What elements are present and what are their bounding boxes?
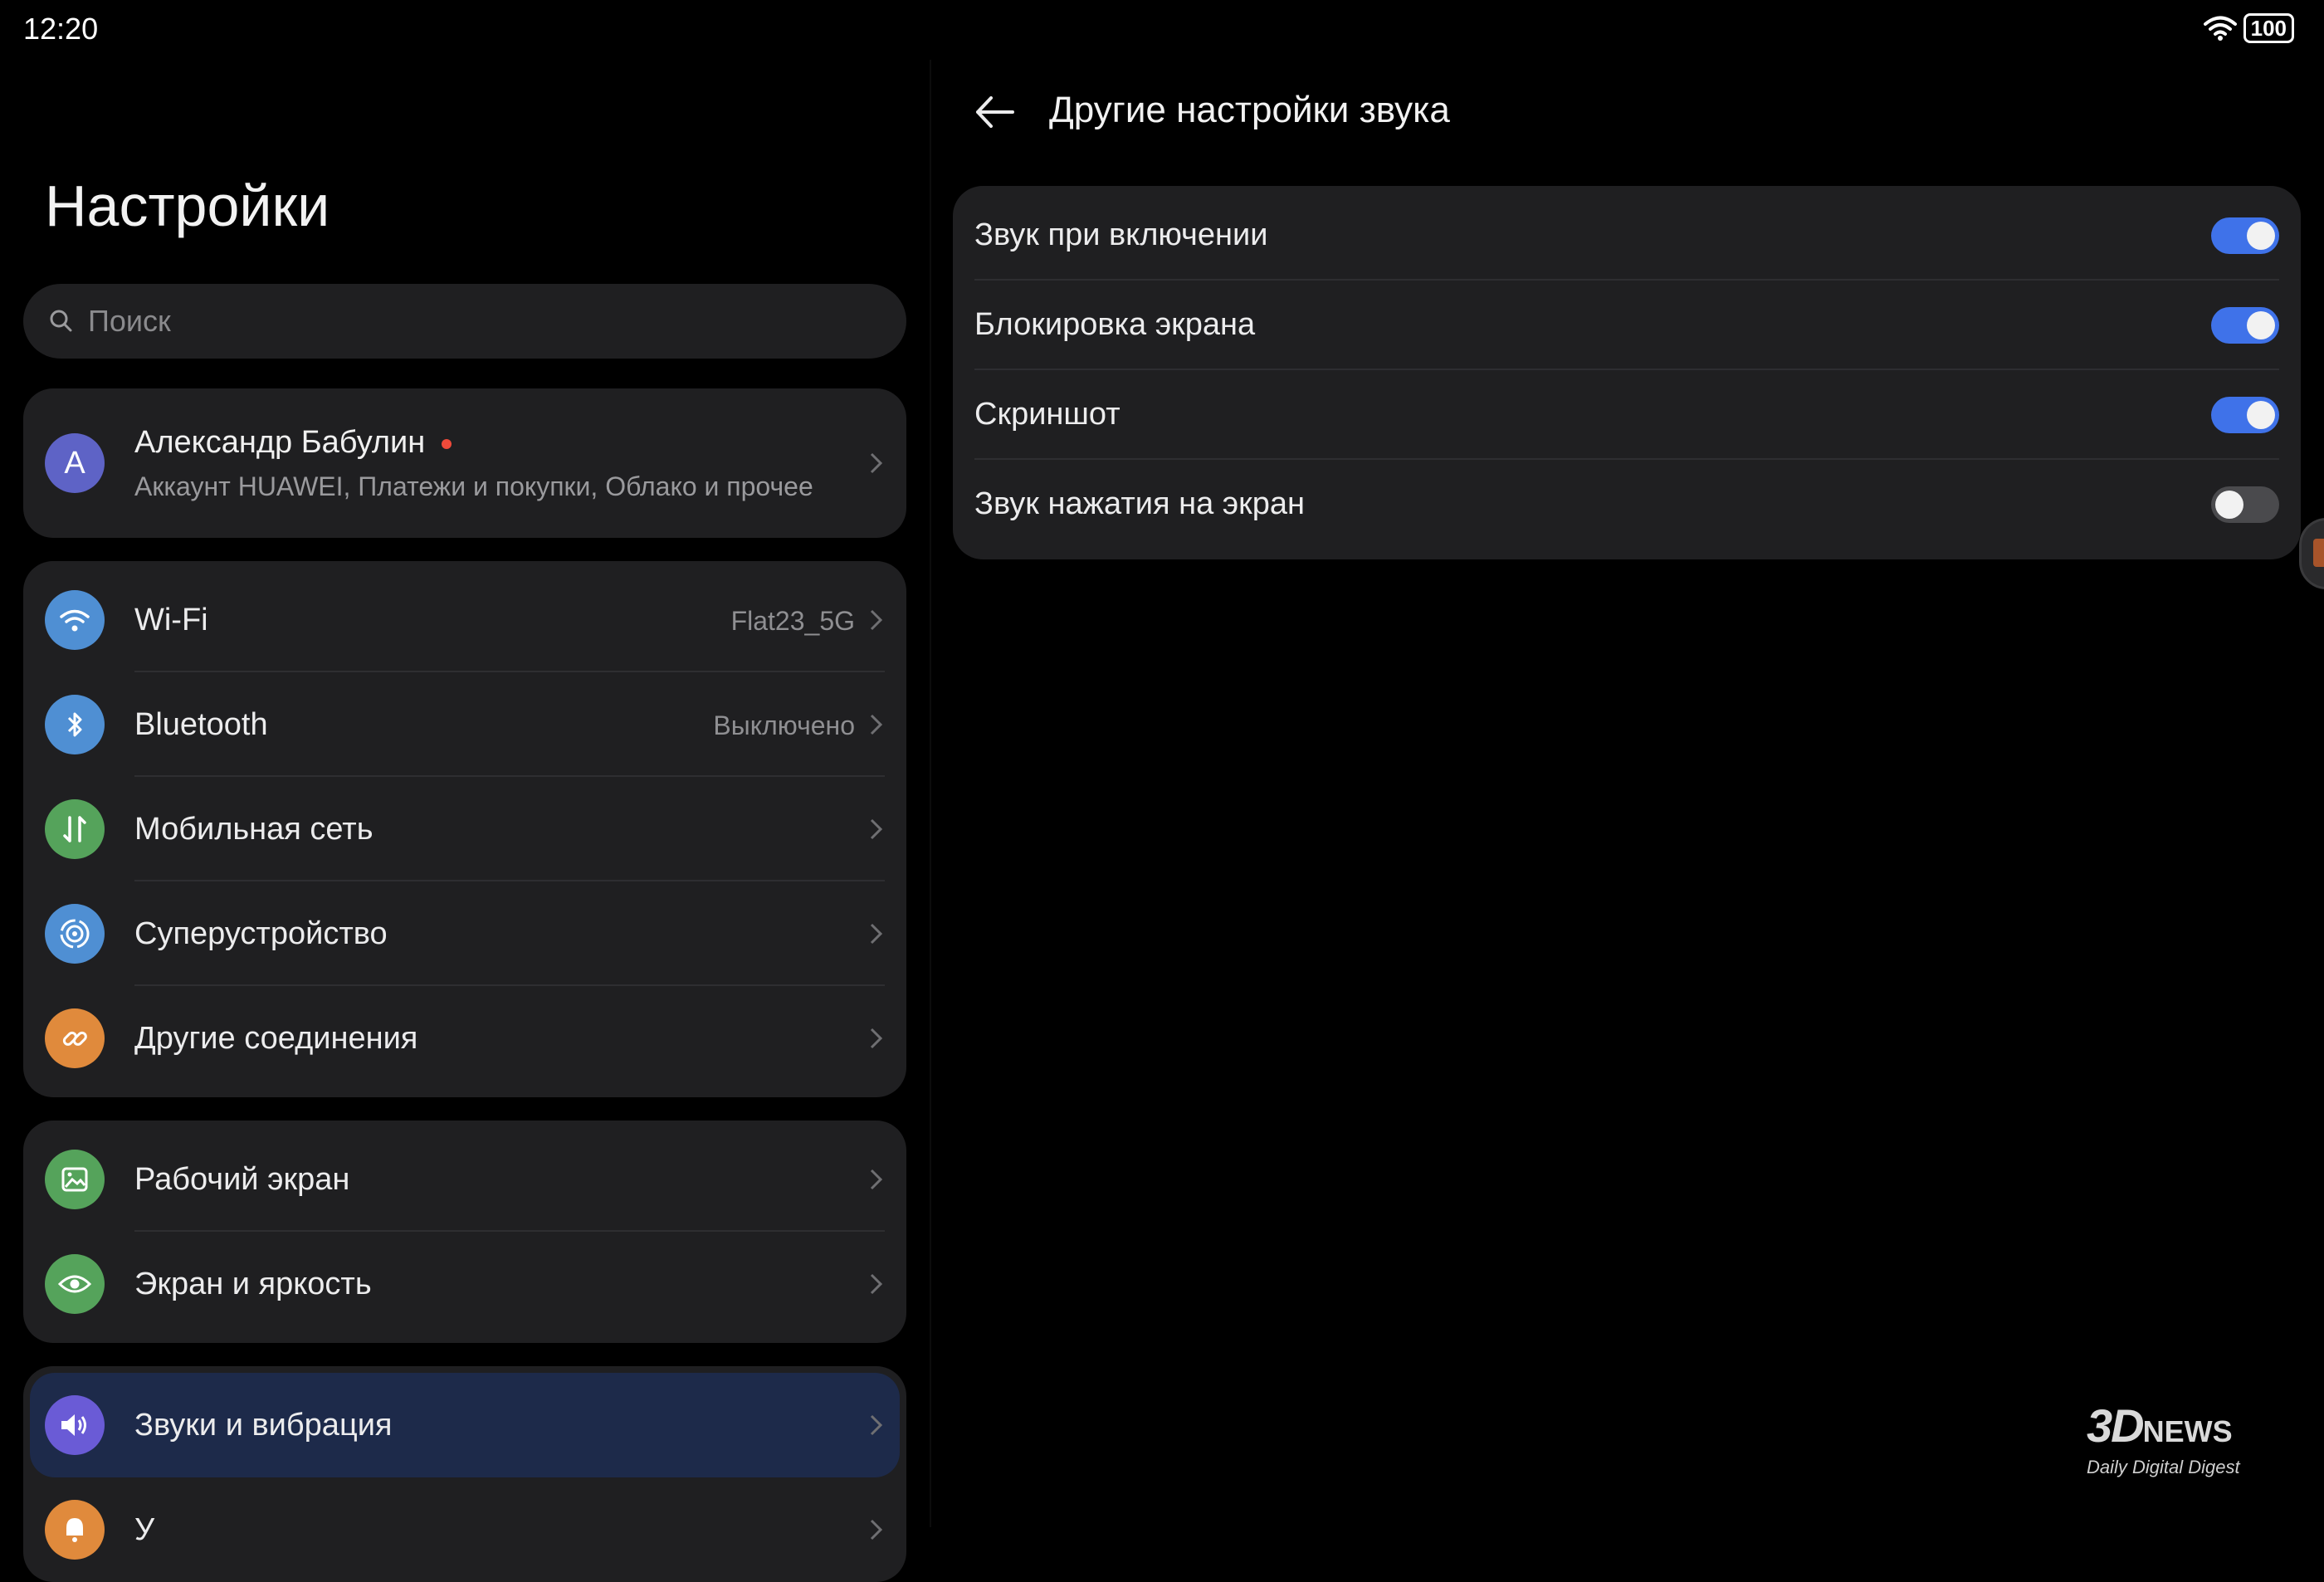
wifi-value: Flat23_5G bbox=[730, 606, 855, 636]
chevron-right-icon bbox=[870, 1273, 883, 1295]
floating-dock-handle[interactable] bbox=[2299, 518, 2324, 589]
chevron-right-icon bbox=[870, 923, 883, 945]
power-on-sound-toggle[interactable] bbox=[2211, 217, 2279, 254]
sound-card: Звуки и вибрация У bbox=[23, 1366, 906, 1582]
chevron-right-icon bbox=[870, 714, 883, 735]
super-device-icon bbox=[45, 904, 105, 964]
account-subtitle: Аккаунт HUAWEI, Платежи и покупки, Облак… bbox=[134, 471, 813, 501]
search-input[interactable]: Поиск bbox=[23, 284, 906, 359]
settings-item-other-connections[interactable]: Другие соединения bbox=[23, 986, 906, 1091]
pane-divider bbox=[930, 60, 931, 1527]
connectivity-card: Wi-Fi Flat23_5G Bluetooth Выключено Моби… bbox=[23, 561, 906, 1097]
setting-row-power-on-sound[interactable]: Звук при включении bbox=[953, 191, 2301, 281]
screenshot-sound-toggle[interactable] bbox=[2211, 397, 2279, 433]
screen-lock-sound-toggle[interactable] bbox=[2211, 307, 2279, 344]
back-arrow-icon[interactable] bbox=[973, 90, 1018, 134]
avatar: A bbox=[45, 433, 105, 493]
setting-row-screen-lock[interactable]: Блокировка экрана bbox=[953, 281, 2301, 370]
chevron-right-icon bbox=[870, 1169, 883, 1190]
settings-item-super-device[interactable]: Суперустройство bbox=[23, 881, 906, 986]
speaker-icon bbox=[45, 1395, 105, 1455]
search-icon bbox=[50, 310, 72, 332]
wifi-icon bbox=[2203, 16, 2237, 41]
watermark-logo: 3DNEWS Daily Digital Digest bbox=[2087, 1399, 2240, 1478]
settings-item-wifi[interactable]: Wi-Fi Flat23_5G bbox=[23, 568, 906, 672]
bluetooth-icon bbox=[45, 695, 105, 754]
mobile-network-icon bbox=[45, 799, 105, 859]
chevron-right-icon bbox=[870, 1028, 883, 1049]
chevron-right-icon bbox=[870, 609, 883, 631]
link-icon bbox=[45, 1008, 105, 1068]
settings-item-home-screen[interactable]: Рабочий экран bbox=[23, 1127, 906, 1232]
settings-item-sounds-vibration[interactable]: Звуки и вибрация bbox=[30, 1373, 900, 1477]
notification-dot bbox=[442, 438, 452, 449]
home-screen-icon bbox=[45, 1150, 105, 1209]
detail-title: Другие настройки звука bbox=[1049, 90, 1450, 130]
eye-icon bbox=[45, 1254, 105, 1314]
settings-item-display-brightness[interactable]: Экран и яркость bbox=[23, 1232, 906, 1336]
page-title: Настройки bbox=[45, 173, 330, 238]
touch-sound-toggle[interactable] bbox=[2211, 486, 2279, 523]
bluetooth-value: Выключено bbox=[713, 710, 855, 740]
account-name: Александр Бабулин bbox=[134, 425, 452, 461]
search-placeholder: Поиск bbox=[88, 304, 171, 338]
app-icon bbox=[2313, 539, 2324, 567]
sound-settings-card: Звук при включении Блокировка экрана Скр… bbox=[953, 186, 2301, 559]
setting-row-screenshot[interactable]: Скриншот bbox=[953, 370, 2301, 460]
status-icons: 100 bbox=[2203, 13, 2294, 43]
battery-icon: 100 bbox=[2243, 13, 2294, 43]
settings-item-mobile-network[interactable]: Мобильная сеть bbox=[23, 777, 906, 881]
chevron-right-icon bbox=[870, 818, 883, 840]
settings-item-notifications[interactable]: У bbox=[23, 1477, 906, 1582]
setting-row-touch-sound[interactable]: Звук нажатия на экран bbox=[953, 460, 2301, 549]
chevron-right-icon bbox=[870, 452, 883, 474]
chevron-right-icon bbox=[870, 1519, 883, 1540]
display-card: Рабочий экран Экран и яркость bbox=[23, 1121, 906, 1343]
settings-list-pane: Настройки Поиск A Александр Бабулин Акка… bbox=[0, 0, 930, 1582]
wifi-icon bbox=[45, 590, 105, 650]
notification-icon bbox=[45, 1500, 105, 1560]
account-card[interactable]: A Александр Бабулин Аккаунт HUAWEI, Плат… bbox=[23, 388, 906, 538]
settings-item-bluetooth[interactable]: Bluetooth Выключено bbox=[23, 672, 906, 777]
chevron-right-icon bbox=[870, 1414, 883, 1436]
